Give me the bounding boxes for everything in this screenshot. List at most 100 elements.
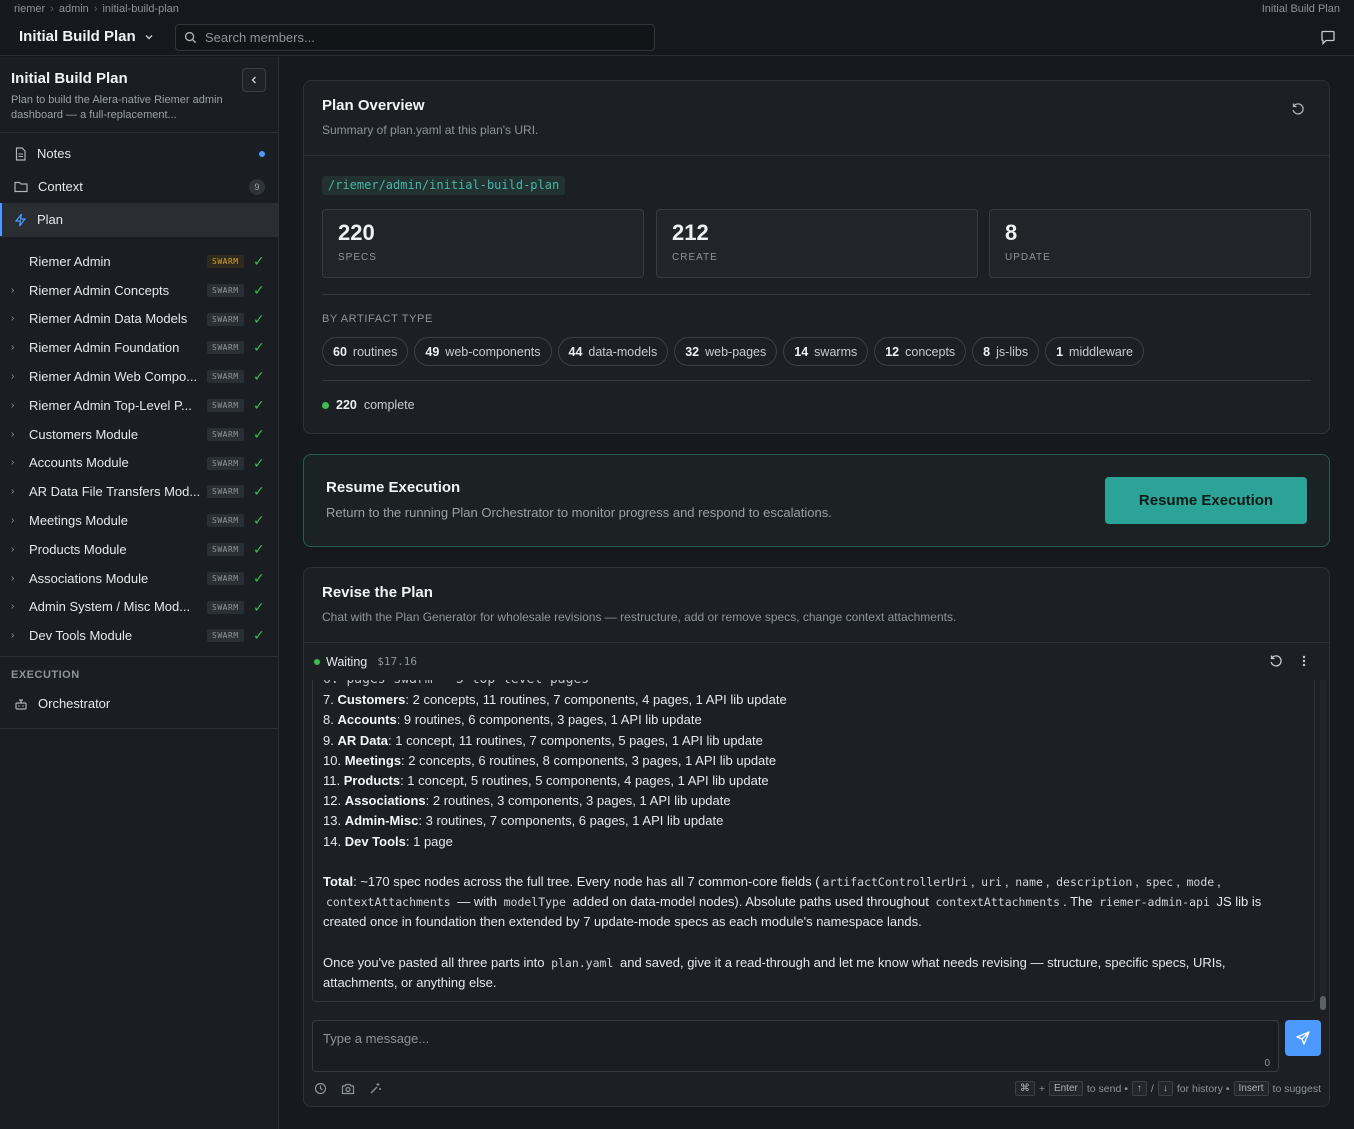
plan-title: Initial Build Plan: [19, 28, 136, 45]
chip-label: web-pages: [705, 344, 767, 359]
swarm-badge: SWARM: [207, 427, 244, 441]
folder-icon: [14, 181, 28, 193]
chip-label: js-libs: [996, 344, 1029, 359]
chevron-right-icon[interactable]: ›: [11, 457, 27, 468]
plan-switcher[interactable]: Initial Build Plan: [19, 28, 175, 45]
stat-create: 212 CREATE: [656, 209, 978, 278]
chip-count: 1: [1056, 344, 1064, 359]
robot-icon: [15, 699, 27, 710]
module-summary-line: 9. AR Data: 1 concept, 11 routines, 7 co…: [323, 732, 763, 748]
more-options-icon[interactable]: [1297, 654, 1311, 668]
sidebar-item-notes[interactable]: Notes: [0, 137, 278, 170]
enter-key: Enter: [1048, 1081, 1083, 1096]
stat-label: UPDATE: [1005, 252, 1051, 263]
checkmark-icon: ✓: [253, 368, 265, 385]
plan-tree-item[interactable]: › Admin System / Misc Mod... SWARM ✓: [0, 593, 278, 622]
breadcrumb-item[interactable]: initial-build-plan: [102, 3, 178, 15]
swarm-badge: SWARM: [207, 255, 244, 268]
plan-tree-item[interactable]: › Riemer Admin Web Compo... SWARM ✓: [0, 362, 278, 391]
chevron-right-icon[interactable]: ›: [11, 486, 27, 497]
plan-tree-item-label: Accounts Module: [29, 455, 129, 471]
plan-tree-item[interactable]: › Accounts Module SWARM ✓: [0, 449, 278, 478]
chevron-right-icon[interactable]: ›: [11, 601, 27, 612]
plan-tree-item[interactable]: › Riemer Admin Foundation SWARM ✓: [0, 333, 278, 362]
stat-specs: 220 SPECS: [322, 209, 644, 278]
plan-tree-item-label: Riemer Admin Top-Level P...: [29, 397, 192, 413]
sidebar-header: Initial Build Plan Plan to build the Ale…: [0, 57, 278, 133]
sidebar-item-orchestrator[interactable]: Orchestrator: [0, 687, 278, 720]
swarm-badge: SWARM: [207, 312, 244, 326]
page-context-title: Initial Build Plan: [1261, 3, 1340, 15]
chevron-right-icon[interactable]: ›: [11, 342, 27, 353]
artifact-type-chip[interactable]: 8 js-libs: [972, 337, 1040, 366]
plan-tree-item[interactable]: › Dev Tools Module SWARM ✓: [0, 621, 278, 650]
breadcrumb-separator: ›: [93, 3, 98, 15]
chevron-left-icon: [251, 76, 256, 84]
session-cost: $17.16: [377, 655, 417, 668]
module-summary-line: 14. Dev Tools: 1 page: [323, 833, 453, 849]
chevron-right-icon[interactable]: ›: [11, 285, 27, 296]
plan-tree-item[interactable]: › Products Module SWARM ✓: [0, 535, 278, 564]
plan-tree-item-label: Riemer Admin Concepts: [29, 282, 170, 298]
camera-icon[interactable]: [341, 1083, 355, 1095]
module-summary-line: 10. Meetings: 2 concepts, 6 routines, 8 …: [323, 752, 777, 768]
chat-bubble-icon[interactable]: [1320, 30, 1336, 45]
chevron-right-icon[interactable]: ›: [11, 313, 27, 324]
artifact-type-chip[interactable]: 49 web-components: [414, 337, 552, 366]
chevron-right-icon[interactable]: ›: [11, 573, 27, 584]
send-button[interactable]: [1285, 1020, 1321, 1056]
plan-tree-item[interactable]: › Riemer Admin Concepts SWARM ✓: [0, 276, 278, 305]
checkmark-icon: ✓: [253, 540, 265, 557]
stat-value: 212: [672, 220, 709, 245]
plan-tree-item[interactable]: › Riemer Admin Top-Level P... SWARM ✓: [0, 391, 278, 420]
chevron-right-icon[interactable]: ›: [11, 544, 27, 555]
plan-tree-item[interactable]: › Associations Module SWARM ✓: [0, 564, 278, 593]
message-input[interactable]: [313, 1021, 1278, 1071]
plan-tree-item[interactable]: › Riemer Admin Data Models SWARM ✓: [0, 305, 278, 334]
resume-execution-button[interactable]: Resume Execution: [1105, 477, 1307, 524]
chevron-right-icon[interactable]: ›: [11, 515, 27, 526]
plan-uri[interactable]: /riemer/admin/initial-build-plan: [322, 176, 566, 195]
sparkle-wand-icon[interactable]: [369, 1082, 382, 1095]
plan-tree-item[interactable]: › Customers Module SWARM ✓: [0, 420, 278, 449]
artifact-type-chip[interactable]: 14 swarms: [783, 337, 869, 366]
sidebar-item-plan[interactable]: Plan: [0, 203, 278, 236]
module-summary-line: 11. Products: 1 concept, 5 routines, 5 c…: [323, 773, 769, 789]
checkmark-icon: ✓: [253, 425, 265, 442]
message-scrollbar[interactable]: [1320, 680, 1326, 1010]
breadcrumb-item[interactable]: riemer: [14, 3, 45, 15]
main-content: Plan Overview Summary of plan.yaml at th…: [279, 57, 1354, 1129]
message-total-paragraph: Total: ~170 spec nodes across the full t…: [323, 873, 1262, 930]
swarm-badge: SWARM: [207, 398, 244, 412]
sidebar-item-context[interactable]: Context 9: [0, 170, 278, 203]
plan-tree-item[interactable]: Riemer Admin SWARM ✓: [0, 247, 278, 276]
chevron-right-icon[interactable]: ›: [11, 429, 27, 440]
history-icon[interactable]: [314, 1082, 327, 1095]
search-input[interactable]: [205, 30, 645, 45]
checkmark-icon: ✓: [253, 281, 265, 298]
refresh-icon[interactable]: [1291, 102, 1305, 116]
chip-count: 32: [685, 344, 700, 359]
plan-tree-item[interactable]: › AR Data File Transfers Mod... SWARM ✓: [0, 477, 278, 506]
chevron-right-icon[interactable]: ›: [11, 630, 27, 641]
collapse-sidebar-button[interactable]: [242, 68, 266, 92]
search-bar[interactable]: [175, 24, 655, 51]
restart-icon[interactable]: [1269, 654, 1283, 668]
artifact-type-chip[interactable]: 32 web-pages: [674, 337, 778, 366]
search-icon: [184, 31, 197, 44]
checkmark-icon: ✓: [253, 569, 265, 586]
artifact-type-chip[interactable]: 44 data-models: [557, 337, 669, 366]
message-composer[interactable]: 0: [312, 1020, 1279, 1072]
artifact-type-chip[interactable]: 12 concepts: [874, 337, 967, 366]
plan-tree-item[interactable]: › Meetings Module SWARM ✓: [0, 506, 278, 535]
cmd-key-icon: ⌘: [1014, 1081, 1035, 1096]
plan-tree-item-label: Products Module: [29, 541, 127, 557]
scrollbar-thumb[interactable]: [1320, 996, 1326, 1010]
chevron-right-icon[interactable]: ›: [11, 400, 27, 411]
artifact-type-chip[interactable]: 1 middleware: [1045, 337, 1144, 366]
module-summary-line: 7. Customers: 2 concepts, 11 routines, 7…: [323, 692, 787, 708]
chip-count: 49: [425, 344, 440, 359]
artifact-type-chip[interactable]: 60 routines: [322, 337, 409, 366]
breadcrumb-item[interactable]: admin: [59, 3, 89, 15]
chevron-right-icon[interactable]: ›: [11, 371, 27, 382]
